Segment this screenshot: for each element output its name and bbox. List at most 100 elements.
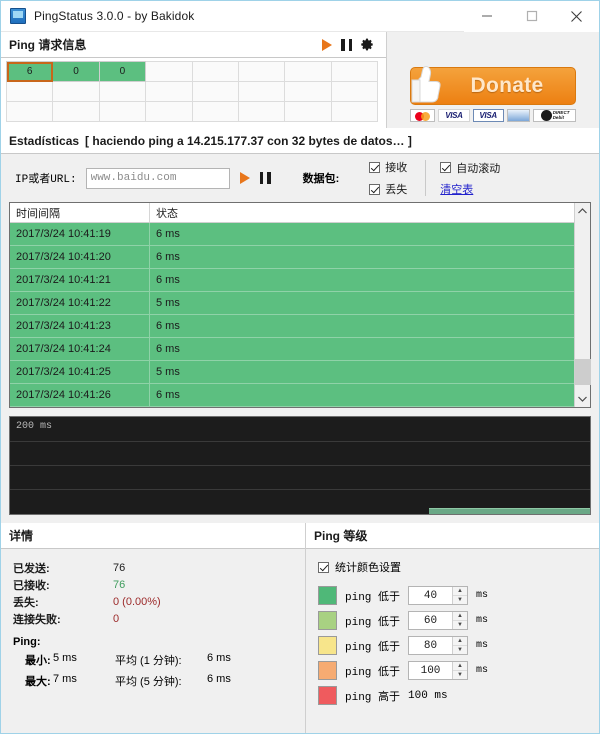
amex-icon: [506, 108, 531, 122]
donate-button[interactable]: Donate: [410, 65, 576, 105]
ping-level-label: ping 低于: [345, 616, 401, 629]
color-settings-checkbox[interactable]: [318, 561, 329, 573]
stepper-arrows[interactable]: ▲ ▼: [452, 612, 468, 629]
ping-grid-cell[interactable]: [330, 81, 379, 102]
ping-avg1-label: 平均 (1 分钟):: [115, 655, 182, 667]
pause-ping-icon[interactable]: [259, 172, 271, 184]
controls-divider: [425, 160, 427, 196]
scroll-down-icon[interactable]: [575, 391, 591, 407]
received-checkbox-row[interactable]: 接收: [369, 159, 407, 175]
table-row[interactable]: 2017/3/24 10:41:25 5 ms: [10, 361, 590, 384]
clear-table-link[interactable]: 清空表: [440, 181, 500, 197]
table-row[interactable]: 2017/3/24 10:41:19 6 ms: [10, 223, 590, 246]
ping-grid-cell[interactable]: [191, 61, 239, 82]
received-checkbox[interactable]: [369, 161, 381, 173]
ping-grid-cell[interactable]: [52, 81, 100, 102]
url-input[interactable]: [85, 167, 230, 189]
table-row[interactable]: 2017/3/24 10:41:22 5 ms: [10, 292, 590, 315]
close-button[interactable]: [554, 0, 599, 32]
ping-grid-cell[interactable]: [145, 101, 193, 122]
ping-level-label: ping 低于: [345, 591, 401, 604]
lost-checkbox-row[interactable]: 丢失: [369, 181, 407, 197]
stepper-down-icon[interactable]: ▼: [453, 671, 467, 679]
scrollbar-track[interactable]: [574, 219, 591, 391]
table-row[interactable]: 2017/3/24 10:41:23 6 ms: [10, 315, 590, 338]
ping-grid-cell[interactable]: [284, 101, 332, 122]
color-swatch[interactable]: [318, 586, 337, 605]
stepper-up-icon[interactable]: ▲: [453, 662, 468, 671]
lost-checkbox[interactable]: [369, 183, 381, 195]
ping-grid-cell[interactable]: [237, 61, 286, 82]
ping-grid-cell[interactable]: [98, 81, 147, 102]
stepper-up-icon[interactable]: ▲: [453, 612, 468, 621]
maximize-button[interactable]: [509, 0, 554, 32]
ping-avg5-value: 6 ms: [207, 673, 231, 685]
threshold-input[interactable]: [409, 587, 453, 604]
threshold-input[interactable]: [409, 662, 453, 679]
ping-grid-cell-filled[interactable]: 0: [98, 61, 147, 82]
color-swatch[interactable]: [318, 636, 337, 655]
stepper-arrows[interactable]: ▲ ▼: [452, 637, 468, 654]
ping-grid-cell-filled[interactable]: 6: [5, 61, 54, 82]
start-ping-icon[interactable]: [239, 172, 250, 184]
ping-grid-cell[interactable]: [237, 101, 286, 122]
scrollbar-thumb[interactable]: [574, 359, 591, 385]
pause-icon[interactable]: [341, 38, 352, 51]
ping-grid-cell[interactable]: [237, 81, 286, 102]
threshold-stepper[interactable]: ▲▼: [408, 661, 469, 680]
stepper-down-icon[interactable]: ▼: [453, 596, 467, 604]
detail-key: 丢失:: [13, 596, 39, 609]
ping-grid-row: [5, 101, 379, 122]
color-swatch[interactable]: [318, 661, 337, 680]
ping-grid-cell[interactable]: [5, 101, 54, 122]
ping-grid-cell[interactable]: [145, 81, 193, 102]
stepper-arrows[interactable]: ▲ ▼: [452, 587, 468, 604]
cell-status: 5 ms: [156, 297, 180, 309]
table-row[interactable]: 2017/3/24 10:41:21 6 ms: [10, 269, 590, 292]
details-body: 已发送: 76 已接收: 76 丢失: 0 (0.00%) 连接失败: 0 Ping: 最小:…: [1, 549, 305, 733]
minimize-button[interactable]: [464, 0, 509, 32]
threshold-stepper[interactable]: ▲▼: [408, 611, 469, 630]
table-row[interactable]: 2017/3/24 10:41:20 6 ms: [10, 246, 590, 269]
ping-grid-cell[interactable]: [98, 101, 147, 122]
threshold-stepper[interactable]: ▲▼: [408, 586, 469, 605]
ping-request-title: Ping 请求信息: [9, 38, 87, 52]
detail-key: 已接收:: [13, 579, 50, 592]
ping-grid-cell[interactable]: [330, 61, 379, 82]
stepper-down-icon[interactable]: ▼: [453, 621, 467, 629]
ping-grid-cell[interactable]: [284, 61, 332, 82]
color-settings-checkbox-row[interactable]: 统计颜色设置: [318, 559, 599, 575]
gridline: [10, 441, 590, 442]
threshold-input[interactable]: [409, 612, 453, 629]
ping-grid-cell[interactable]: [5, 81, 54, 102]
scroll-up-icon[interactable]: [575, 203, 591, 219]
color-swatch[interactable]: [318, 611, 337, 630]
stepper-arrows[interactable]: ▲ ▼: [452, 662, 468, 679]
stepper-up-icon[interactable]: ▲: [453, 637, 468, 646]
ping-grid-cell[interactable]: [330, 101, 379, 122]
stepper-up-icon[interactable]: ▲: [453, 587, 468, 596]
threshold-stepper[interactable]: ▲▼: [408, 636, 469, 655]
ping-grid-cell[interactable]: [191, 101, 239, 122]
log-table-body[interactable]: 2017/3/24 10:41:19 6 ms 2017/3/24 10:41:20…: [10, 223, 590, 407]
ping-grid-cell[interactable]: [191, 81, 239, 102]
color-swatch[interactable]: [318, 686, 337, 705]
ping-grid-cell[interactable]: [52, 101, 100, 122]
table-row[interactable]: 2017/3/24 10:41:24 6 ms: [10, 338, 590, 361]
table-row[interactable]: 2017/3/24 10:41:26 6 ms: [10, 384, 590, 407]
gridline: [10, 489, 590, 490]
gear-icon[interactable]: [361, 38, 374, 51]
threshold-input[interactable]: [409, 637, 453, 654]
autoscroll-checkbox[interactable]: [440, 162, 452, 173]
packets-label: 数据包:: [302, 173, 340, 185]
ping-request-grid[interactable]: 600: [5, 61, 379, 122]
ping-grid-cell[interactable]: [145, 61, 193, 82]
play-icon[interactable]: [322, 38, 332, 51]
log-table-scrollbar[interactable]: [574, 203, 591, 407]
stepper-down-icon[interactable]: ▼: [453, 646, 467, 654]
autoscroll-checkbox-row[interactable]: 自动滚动: [440, 160, 500, 176]
ping-grid-cell[interactable]: [284, 81, 332, 102]
detail-value: 76: [113, 578, 126, 591]
ping-grid-cell-filled[interactable]: 0: [52, 61, 100, 82]
ping-request-header: Ping 请求信息: [1, 32, 386, 58]
